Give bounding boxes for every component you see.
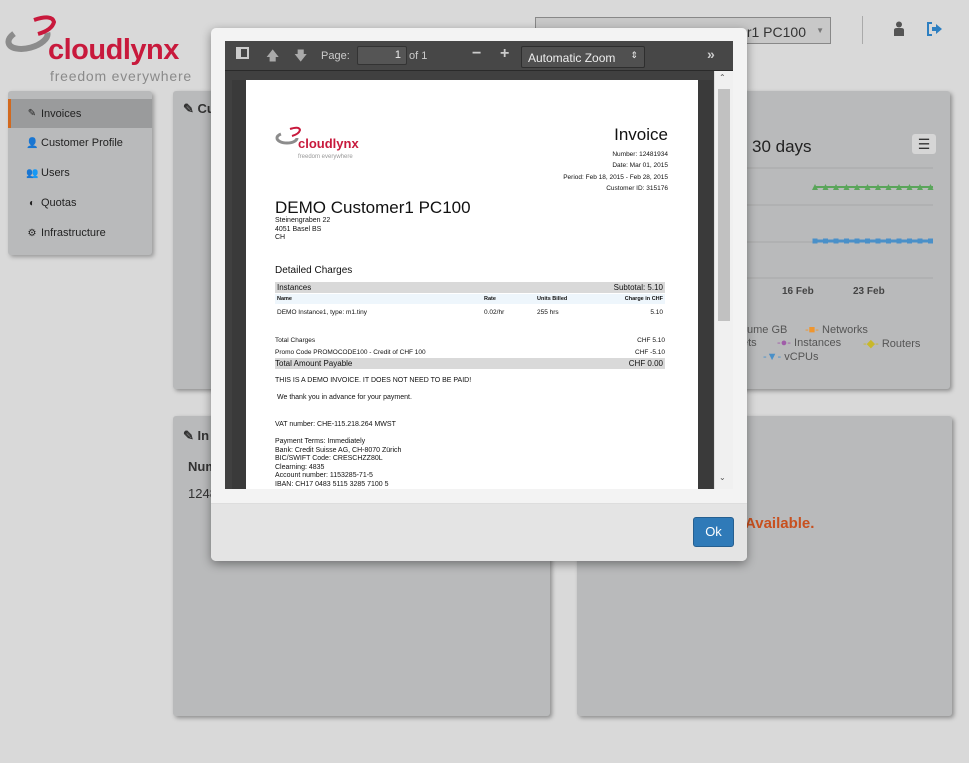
sidebar: ✎ Invoices 👤 Customer Profile 👥 Users ◐ Quot… bbox=[8, 91, 152, 255]
invoice-brand-name: cloudlynx bbox=[298, 136, 359, 151]
page-count: of 1 bbox=[409, 50, 428, 62]
thanks-note: We thank you in advance for your payment… bbox=[277, 394, 412, 401]
invoice-period: Period: Feb 18, 2015 - Feb 28, 2015 bbox=[563, 174, 668, 181]
modal-footer bbox=[211, 504, 747, 561]
sidebar-item-quotas[interactable]: ◐ Quotas bbox=[8, 188, 152, 218]
pdf-viewer: 🡅 🡇 Page: 1 of 1 − + Automatic Zoom ⇕ » c… bbox=[225, 41, 733, 489]
legend-marker-icon: -◆- bbox=[863, 338, 882, 350]
sidebar-item-users[interactable]: 👥 Users bbox=[8, 158, 152, 188]
x-tick: 16 Feb bbox=[782, 286, 814, 297]
header-divider bbox=[862, 16, 863, 44]
edit-icon: ✎ bbox=[183, 428, 198, 443]
invoice-modal: 🡅 🡇 Page: 1 of 1 − + Automatic Zoom ⇕ » c… bbox=[211, 28, 747, 561]
x-tick: 23 Feb bbox=[853, 286, 885, 297]
sign-out-icon[interactable] bbox=[926, 22, 943, 36]
brand-tagline: freedom everywhere bbox=[50, 68, 193, 84]
legend-marker-icon: -■- bbox=[805, 324, 823, 336]
tools-chevron-icon[interactable]: » bbox=[707, 46, 715, 62]
series-marker bbox=[812, 238, 818, 244]
zoom-in-icon[interactable]: + bbox=[500, 45, 509, 63]
series-marker bbox=[896, 238, 902, 244]
adjust-icon: ◐ bbox=[28, 197, 36, 209]
cogs-icon: ⚙ bbox=[27, 227, 37, 239]
scrollbar-thumb[interactable] bbox=[718, 89, 730, 321]
demo-note: THIS IS A DEMO INVOICE. IT DOES NOT NEED… bbox=[275, 377, 472, 384]
zoom-select[interactable]: Automatic Zoom ⇕ bbox=[521, 46, 645, 68]
scroll-down-icon[interactable]: ⌄ bbox=[719, 473, 726, 482]
customer-name: DEMO Customer1 PC100 bbox=[275, 198, 471, 217]
user-icon: 👤 bbox=[26, 137, 39, 149]
legend-item-routers[interactable]: -◆- Routers bbox=[863, 337, 920, 350]
series-marker bbox=[875, 238, 881, 244]
arrow-down-icon[interactable]: 🡇 bbox=[294, 47, 307, 69]
legend-marker-icon: -▼- bbox=[763, 351, 785, 363]
page-number-input[interactable]: 1 bbox=[357, 46, 407, 65]
series-marker bbox=[928, 238, 933, 244]
sidebar-item-invoices[interactable]: ✎ Invoices bbox=[8, 99, 152, 128]
sidebar-toggle-icon[interactable] bbox=[236, 47, 249, 59]
pdf-page-area: cloudlynx freedom everywhere Invoice Num… bbox=[232, 80, 713, 489]
total-charges-row: Total Charges CHF 5.10 bbox=[275, 336, 665, 344]
invoice-brand-tagline: freedom everywhere bbox=[298, 154, 353, 160]
select-arrows-icon: ⇕ bbox=[630, 50, 638, 60]
edit-icon: ✎ bbox=[183, 101, 198, 116]
sidebar-item-infrastructure[interactable]: ⚙ Infrastructure bbox=[8, 218, 152, 248]
legend-marker-icon: -●- bbox=[777, 337, 795, 349]
sidebar-item-label: Invoices bbox=[41, 107, 82, 120]
vat-number: VAT number: CHE-115.218.264 MWST bbox=[275, 421, 396, 428]
scroll-up-icon[interactable]: ⌃ bbox=[719, 73, 726, 82]
customer-address: Steinengraben 22 4051 Basel BS CH bbox=[275, 217, 331, 241]
users-icon: 👥 bbox=[26, 167, 39, 179]
invoice-number: Number: 12481934 bbox=[612, 151, 668, 158]
arrow-up-icon[interactable]: 🡅 bbox=[266, 47, 279, 69]
legend-item-vcpus[interactable]: -▼- vCPUs bbox=[763, 351, 819, 363]
series-marker bbox=[886, 238, 891, 244]
sidebar-item-label: Customer Profile bbox=[41, 137, 123, 149]
invoice-customer-id: Customer ID: 315176 bbox=[606, 185, 668, 192]
series-marker bbox=[865, 238, 870, 244]
legend-item-instances[interactable]: -●- Instances bbox=[777, 337, 841, 349]
series-marker bbox=[907, 238, 912, 244]
payment-details: Payment Terms: Immediately Bank: Credit S… bbox=[275, 438, 402, 488]
panel-title: ✎ In bbox=[183, 428, 210, 443]
pdf-toolbar: 🡅 🡇 Page: 1 of 1 − + Automatic Zoom ⇕ » bbox=[225, 41, 733, 71]
page-label: Page: bbox=[321, 50, 350, 62]
sidebar-item-label: Infrastructure bbox=[41, 227, 106, 239]
invoice-title: Invoice bbox=[614, 125, 668, 144]
legend-item-networks[interactable]: -■- Networks bbox=[805, 324, 868, 336]
total-payable-row: Total Amount Payable CHF 0.00 bbox=[275, 358, 665, 369]
invoice-date: Date: Mar 01, 2015 bbox=[612, 162, 668, 169]
customer-select-value: er1 PC100 bbox=[739, 24, 806, 40]
sidebar-item-label: Users bbox=[41, 167, 70, 179]
series-marker bbox=[823, 238, 828, 244]
invoice-page: cloudlynx freedom everywhere Invoice Num… bbox=[246, 80, 698, 489]
detailed-charges-heading: Detailed Charges bbox=[275, 265, 353, 276]
series-marker bbox=[854, 238, 860, 244]
group-header: Instances Subtotal: 5.10 bbox=[275, 282, 665, 293]
ok-button[interactable]: Ok bbox=[693, 517, 734, 547]
series-marker bbox=[917, 238, 923, 244]
chevron-down-icon: ▼ bbox=[816, 26, 824, 35]
brand-name: cloudlynx bbox=[48, 34, 179, 66]
zoom-out-icon[interactable]: − bbox=[472, 45, 481, 63]
sidebar-item-customer-profile[interactable]: 👤 Customer Profile bbox=[8, 128, 152, 158]
sidebar-item-label: Quotas bbox=[41, 197, 77, 209]
series-marker bbox=[844, 238, 849, 244]
charges-columns: Name Rate Units Billed Charge in CHF bbox=[275, 294, 665, 304]
series-marker bbox=[833, 238, 839, 244]
user-icon[interactable] bbox=[893, 21, 905, 37]
vertical-scrollbar[interactable]: ⌃ ⌄ bbox=[714, 71, 733, 489]
legend-item[interactable]: ume GB bbox=[747, 324, 787, 336]
charge-row: DEMO Instance1, type: m1.tiny 0.02/hr 255 … bbox=[277, 308, 663, 316]
pencil-icon: ✎ bbox=[27, 108, 37, 119]
promo-row: Promo Code PROMOCODE100 - Credit of CHF … bbox=[275, 348, 665, 356]
